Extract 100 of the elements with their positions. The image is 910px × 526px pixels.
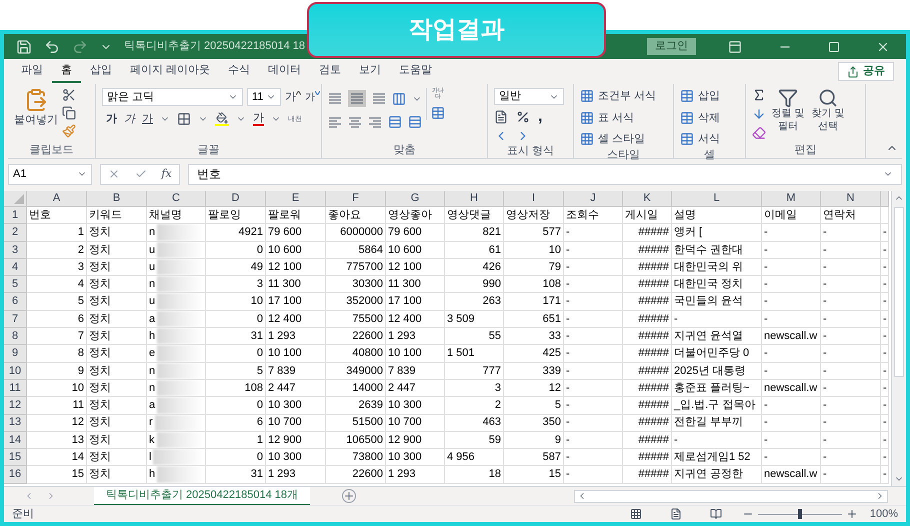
table-cell-text: 22600 [352,467,383,482]
column-header[interactable]: B [112,191,120,207]
table-cell-text: 정치 [89,277,111,292]
table-cell-text: 51500 [352,415,383,430]
sheet-tab[interactable]: 틱톡디비추출기 20250422185014 18개 [94,486,310,506]
column-header[interactable]: D [232,191,240,207]
table-cell-text: 조회수 [566,208,599,223]
table-cell-text: 5 [554,398,561,414]
copy-icon[interactable] [62,106,76,120]
column-header[interactable]: G [410,191,420,207]
table-cell-text: 2 [494,398,501,414]
column-header[interactable]: J [590,191,596,207]
column-header[interactable]: F [352,191,359,207]
banner-title: 작업결과 [408,15,504,45]
status-text: 준비 [12,506,34,522]
style-menu-button[interactable]: 표 서식 [580,110,656,126]
cancel-icon[interactable] [108,168,120,180]
vertical-scrollbar[interactable] [891,191,906,486]
table-cell-text: 2 447 [268,380,296,396]
insert-function-button[interactable]: fx [161,166,172,182]
normal-view-icon[interactable] [630,508,642,520]
fill-color-icon[interactable] [215,112,229,126]
percent-icon[interactable] [516,110,530,124]
name-box[interactable]: A1 [8,164,92,184]
column-header[interactable]: H [470,191,478,207]
ribbon-tab[interactable]: 데이터 [259,60,310,82]
table-cell-text: 10 300 [388,398,422,414]
column-header[interactable]: N [846,191,854,207]
table-cell-text: 5864 [358,242,383,258]
zoom-level[interactable]: 100% [870,506,898,522]
underline-button[interactable]: 가 [142,111,153,128]
column-header[interactable]: A [52,191,60,207]
column-header[interactable]: K [643,191,651,207]
bold-button[interactable]: 가 [106,111,117,128]
cell-menu-button[interactable]: 삭제 [680,110,720,126]
font-name-field[interactable]: 맑은 고딕 [102,88,243,106]
table-cell-text: - [566,312,570,327]
bottom-align-icon[interactable] [372,92,386,105]
table-cell-text: 1 [78,225,84,240]
table-cell-text: - [764,294,768,310]
zoom-slider[interactable] [758,509,842,519]
table-style-icon [580,132,594,146]
align-center-icon[interactable] [348,116,362,128]
paste-button[interactable]: 붙여넣기 [14,88,58,128]
align-left-icon[interactable] [328,116,342,128]
redo-icon[interactable] [72,38,88,54]
maximize-icon[interactable] [828,40,840,52]
middle-align-icon[interactable] [350,92,364,105]
ribbon-display-icon[interactable] [728,40,742,54]
share-button[interactable]: 공유 [838,62,894,81]
ribbon-tab[interactable]: 보기 [350,60,390,82]
number-format-field[interactable]: 일반 [494,88,564,105]
column-header[interactable]: I [532,191,536,207]
table-cell-text: 14000 [352,380,383,396]
save-icon[interactable] [16,38,32,54]
increase-font-button[interactable]: 가 [285,88,296,106]
fill-icon[interactable] [752,107,766,121]
font-color-button[interactable]: 가 [253,112,264,126]
autosum-icon[interactable] [752,88,766,102]
add-sheet-icon[interactable] [342,489,356,503]
ribbon-tab[interactable]: 삽입 [81,60,121,82]
align-right-icon[interactable] [368,116,382,128]
ribbon-tab[interactable]: 검토 [310,60,350,82]
find-select-button[interactable]: 찾기 및 선택 [810,88,846,133]
enter-icon[interactable] [134,168,147,180]
table-style-icon [580,110,594,125]
zoom-in-icon[interactable] [846,508,858,520]
table-cell-text: 777 [482,364,501,379]
table-cell-text: 홍준표 플러팅~ [674,380,750,396]
table-cell-text: 7 [78,328,84,344]
cell-menu-button[interactable]: 서식 [680,131,720,148]
clear-icon[interactable] [752,126,766,140]
style-menu-button[interactable]: 셀 스타일 [580,131,656,148]
column-header[interactable]: L [713,191,720,207]
top-align-icon[interactable] [328,92,342,105]
column-header[interactable]: M [786,191,796,207]
ribbon-tab[interactable]: 도움말 [390,60,442,82]
ribbon-tab[interactable]: 페이지 레이아웃 [121,60,220,82]
cell-menu-button[interactable]: 삽입 [680,88,720,104]
italic-button[interactable]: 가 [124,111,135,128]
column-header[interactable]: E [292,191,300,207]
zoom-thumb[interactable] [798,509,802,519]
font-size-field[interactable]: 11 [247,88,281,106]
cut-icon[interactable] [62,88,76,102]
borders-icon[interactable] [177,112,191,126]
formula-field[interactable]: 번호 [188,164,902,184]
ribbon-tab[interactable]: 파일 [12,60,52,82]
style-menu-button[interactable]: 조건부 서식 [580,88,656,104]
login-button[interactable]: 로그인 [647,38,696,55]
table-cell-text: ##### [638,312,669,327]
sort-filter-button[interactable]: 정렬 및 필터 [770,88,806,133]
horizontal-scrollbar[interactable] [574,490,888,502]
decrease-font-button[interactable]: 가 [305,90,315,104]
undo-icon[interactable] [44,38,60,54]
table-cell-text: 426 [482,260,501,275]
ribbon-tab[interactable]: 수식 [219,60,260,82]
page-layout-icon[interactable] [670,508,682,520]
column-header[interactable]: C [172,191,180,207]
comma-style-button[interactable]: , [538,109,542,125]
table-cell-text: u [149,260,156,275]
